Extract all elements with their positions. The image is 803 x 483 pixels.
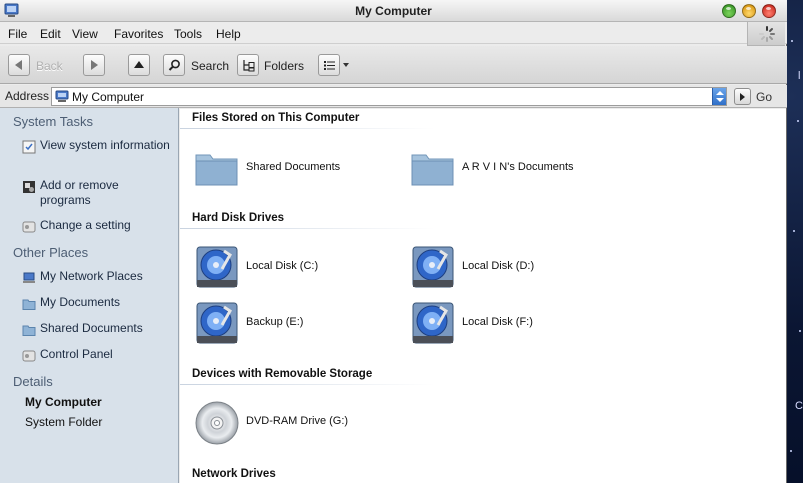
- drive-item[interactable]: Local Disk (C:): [194, 246, 394, 290]
- folder-icon: [195, 154, 238, 186]
- group-divider: [180, 228, 435, 229]
- network-places-icon: [23, 272, 35, 283]
- menu-view[interactable]: View: [72, 27, 98, 41]
- folder-icon: [22, 325, 36, 336]
- group-heading: Devices with Removable Storage: [192, 368, 373, 380]
- add-remove-programs-icon: [23, 181, 35, 193]
- address-dropdown-button[interactable]: [712, 88, 726, 105]
- removable-drive-item[interactable]: DVD-RAM Drive (G:): [194, 401, 394, 445]
- place-label: My Network Places: [40, 269, 143, 283]
- search-icon: [168, 59, 180, 71]
- desktop-icon-label[interactable]: l: [798, 70, 800, 82]
- task-label: Change a setting: [40, 218, 131, 232]
- folders-button[interactable]: [237, 54, 259, 76]
- desktop-icon-label[interactable]: C: [795, 400, 803, 412]
- hard-disk-icon: [412, 246, 454, 288]
- hard-disk-icon: [196, 302, 238, 344]
- toolbar: Back Search Folders: [0, 46, 787, 84]
- item-label: Local Disk (F:): [462, 316, 533, 328]
- menu-tools[interactable]: Tools: [174, 27, 202, 41]
- folder-icon: [22, 299, 36, 310]
- place-label: Control Panel: [40, 347, 113, 361]
- place-control-panel[interactable]: Control Panel: [22, 347, 172, 362]
- place-my-network-places[interactable]: My Network Places: [22, 269, 172, 284]
- address-bar: Address My Computer Go: [0, 85, 787, 108]
- window-title: My Computer: [355, 4, 432, 18]
- arrow-left-icon: [15, 60, 22, 70]
- go-label[interactable]: Go: [756, 90, 772, 104]
- group-heading: Network Drives: [192, 468, 276, 480]
- arrow-up-icon: [134, 61, 144, 68]
- place-label: My Documents: [40, 295, 121, 309]
- list-view-icon: [324, 61, 335, 70]
- place-shared-documents[interactable]: Shared Documents: [22, 321, 172, 336]
- task-pane: System Tasks View system information Add…: [0, 108, 179, 483]
- folder-item[interactable]: A R V I N's Documents: [410, 147, 610, 191]
- forward-button[interactable]: [83, 54, 105, 76]
- title-bar[interactable]: My Computer: [0, 0, 787, 22]
- item-label: Local Disk (C:): [246, 260, 319, 272]
- group-divider: [180, 384, 435, 385]
- item-label: Shared Documents: [246, 161, 341, 173]
- task-label: Add or remove programs: [40, 178, 119, 207]
- drive-item[interactable]: Local Disk (D:): [410, 246, 610, 290]
- loading-spinner-icon: [759, 26, 775, 42]
- zoom-button[interactable]: [722, 4, 736, 18]
- other-places-heading[interactable]: Other Places: [13, 245, 88, 260]
- dvd-icon: [195, 401, 239, 445]
- folder-icon: [411, 154, 454, 186]
- control-panel-icon: [22, 221, 36, 233]
- minimize-button[interactable]: [742, 4, 756, 18]
- system-info-icon: [22, 140, 36, 154]
- folders-label[interactable]: Folders: [264, 59, 304, 73]
- system-tasks-heading[interactable]: System Tasks: [13, 114, 93, 129]
- item-label: A R V I N's Documents: [462, 161, 574, 173]
- search-label[interactable]: Search: [191, 59, 229, 73]
- task-change-a-setting[interactable]: Change a setting: [22, 218, 172, 233]
- address-value: My Computer: [72, 90, 145, 104]
- desktop-background: l C: [787, 0, 803, 483]
- details-heading[interactable]: Details: [13, 374, 53, 389]
- address-label: Address: [5, 89, 50, 103]
- item-label: Backup (E:): [246, 316, 304, 328]
- task-view-system-information[interactable]: View system information: [22, 138, 172, 154]
- views-button[interactable]: [318, 54, 340, 76]
- menu-file[interactable]: File: [8, 27, 27, 41]
- group-divider: [180, 128, 435, 129]
- back-label[interactable]: Back: [36, 59, 63, 73]
- details-type: System Folder: [25, 415, 103, 429]
- back-button[interactable]: [8, 54, 30, 76]
- control-panel-icon: [22, 350, 36, 362]
- item-label: Local Disk (D:): [462, 260, 535, 272]
- task-add-remove-programs[interactable]: Add or remove programs: [22, 178, 172, 208]
- menu-favorites[interactable]: Favorites: [114, 27, 163, 41]
- place-my-documents[interactable]: My Documents: [22, 295, 172, 310]
- details-name: My Computer: [25, 395, 102, 409]
- menu-edit[interactable]: Edit: [40, 27, 61, 41]
- group-heading: Files Stored on This Computer: [192, 112, 360, 124]
- close-button[interactable]: [762, 4, 776, 18]
- content-pane: Files Stored on This Computer Shared Doc…: [180, 109, 786, 483]
- throbber: [747, 22, 785, 46]
- folder-tree-icon: [243, 60, 255, 72]
- up-folder-button[interactable]: [128, 54, 150, 76]
- explorer-window: My Computer File Edit View Favorites Too…: [0, 0, 787, 483]
- menu-help[interactable]: Help: [216, 27, 241, 41]
- place-label: Shared Documents: [40, 321, 143, 335]
- arrow-right-icon: [91, 60, 98, 70]
- group-heading: Hard Disk Drives: [192, 212, 285, 224]
- drive-item[interactable]: Backup (E:): [194, 302, 394, 346]
- computer-icon: [55, 90, 69, 102]
- go-button[interactable]: [734, 88, 751, 105]
- menu-bar: File Edit View Favorites Tools Help: [0, 22, 787, 44]
- item-label: DVD-RAM Drive (G:): [246, 415, 349, 427]
- task-label: View system information: [40, 138, 170, 152]
- search-button[interactable]: [163, 54, 185, 76]
- hard-disk-icon: [196, 246, 238, 288]
- folder-item[interactable]: Shared Documents: [194, 147, 394, 191]
- drive-item[interactable]: Local Disk (F:): [410, 302, 610, 346]
- chevron-down-icon[interactable]: [343, 63, 349, 67]
- address-input[interactable]: My Computer: [51, 87, 727, 106]
- hard-disk-icon: [412, 302, 454, 344]
